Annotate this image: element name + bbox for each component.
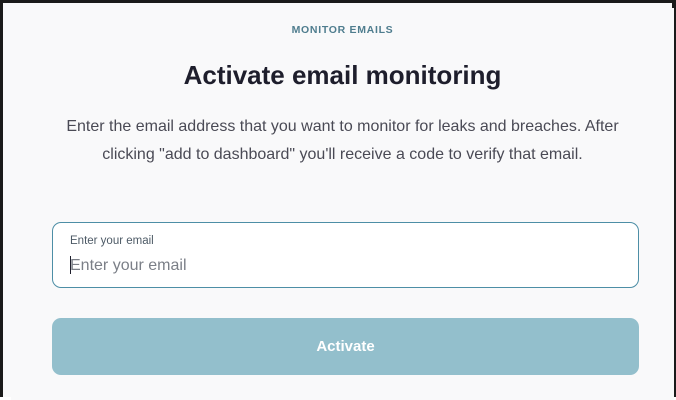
page-title: Activate email monitoring [183, 60, 502, 90]
email-input[interactable] [70, 254, 620, 278]
window-frame: MONITOR EMAILS Activate email monitoring… [0, 0, 676, 400]
description-text: Enter the email address that you want to… [66, 118, 619, 163]
email-field-label: Enter your email [70, 235, 154, 247]
activate-button[interactable]: Activate [52, 318, 639, 375]
text-caret [70, 256, 71, 274]
monitor-emails-panel: MONITOR EMAILS Activate email monitoring… [11, 8, 674, 400]
section-eyebrow: MONITOR EMAILS [291, 24, 394, 36]
email-field[interactable]: Enter your email [52, 222, 639, 288]
